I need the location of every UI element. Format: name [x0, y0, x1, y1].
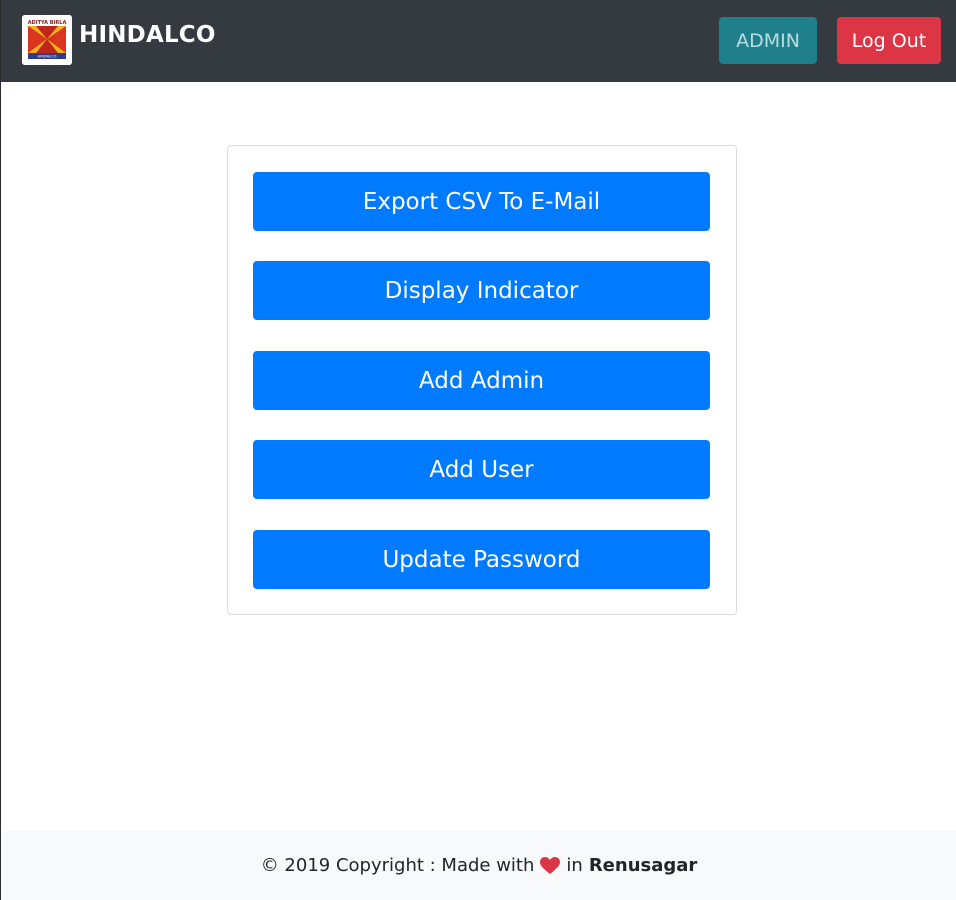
- display-indicator-button[interactable]: Display Indicator: [253, 261, 710, 320]
- brand-logo[interactable]: ADITYA BIRLA HINDALCO: [22, 15, 72, 65]
- admin-button[interactable]: ADMIN: [719, 17, 817, 64]
- footer: © 2019 Copyright : Made with in Renusaga…: [1, 831, 956, 900]
- brand-name[interactable]: HINDALCO: [79, 22, 216, 48]
- footer-copyright-text: © 2019 Copyright : Made with: [260, 855, 535, 876]
- update-password-button[interactable]: Update Password: [253, 530, 710, 589]
- footer-location: Renusagar: [588, 855, 698, 876]
- admin-actions-card: Export CSV To E-Mail Display Indicator A…: [227, 145, 737, 615]
- aditya-birla-logo-icon: ADITYA BIRLA HINDALCO: [22, 15, 72, 65]
- footer-in-text: in: [566, 855, 583, 876]
- heart-icon: [540, 856, 561, 875]
- add-admin-button[interactable]: Add Admin: [253, 351, 710, 410]
- navbar: ADITYA BIRLA HINDALCO HINDALCO ADMIN Log…: [1, 0, 956, 82]
- export-csv-button[interactable]: Export CSV To E-Mail: [253, 172, 710, 231]
- logout-button[interactable]: Log Out: [837, 17, 941, 64]
- logo-text-top: ADITYA BIRLA: [28, 20, 67, 26]
- logo-text-bottom: HINDALCO: [38, 55, 57, 59]
- add-user-button[interactable]: Add User: [253, 440, 710, 499]
